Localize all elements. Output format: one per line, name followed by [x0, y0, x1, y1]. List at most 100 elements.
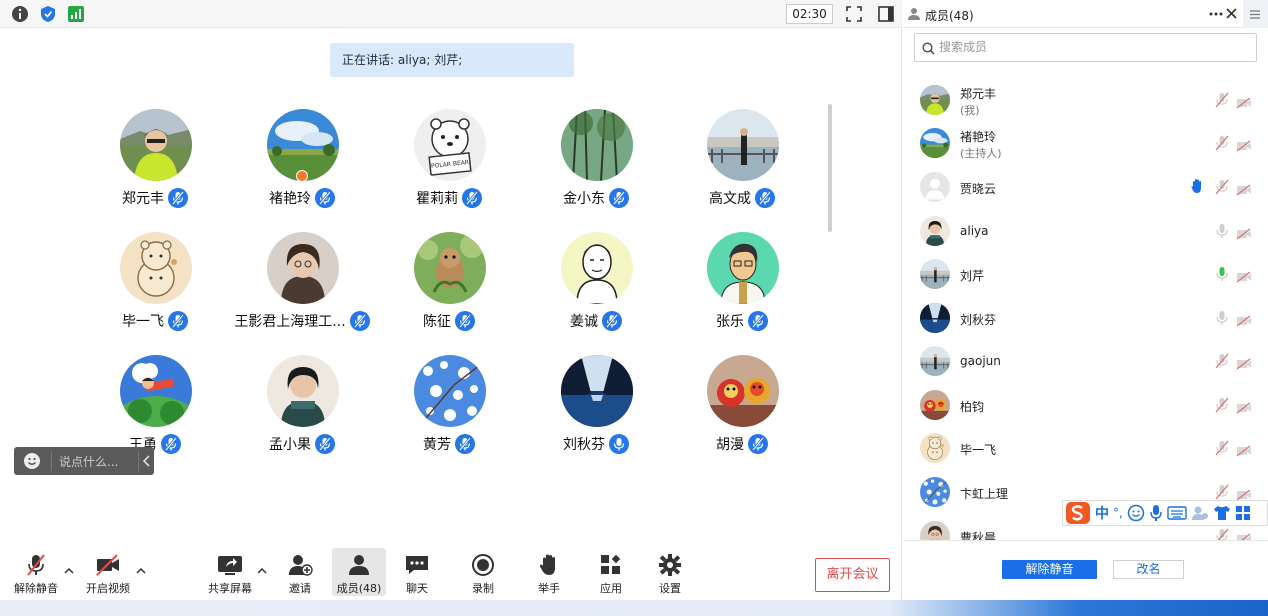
- participant-tile[interactable]: 张乐: [669, 232, 815, 342]
- participant-tile[interactable]: 褚艳玲: [229, 109, 375, 219]
- member-mic-status[interactable]: [1215, 397, 1229, 417]
- settings-button[interactable]: 设置: [647, 548, 693, 596]
- member-search-input[interactable]: 搜索成员: [914, 33, 1257, 62]
- mic-status-icon: [466, 191, 478, 205]
- member-mic-status[interactable]: [1215, 310, 1229, 330]
- participant-tile[interactable]: 黄芳: [376, 355, 522, 465]
- member-camera-status[interactable]: [1236, 268, 1252, 287]
- fullscreen-icon[interactable]: [845, 5, 863, 23]
- member-row[interactable]: 毕一飞: [903, 426, 1268, 469]
- ime-user-icon[interactable]: [1191, 505, 1209, 521]
- sogou-logo-icon[interactable]: [1065, 501, 1091, 525]
- participant-tile[interactable]: 高文成: [669, 109, 815, 219]
- meeting-timer: 02:30: [786, 4, 833, 24]
- participant-avatar: [707, 109, 779, 181]
- member-role: (主持人): [960, 147, 1002, 160]
- member-camera-status[interactable]: [1236, 181, 1252, 200]
- emoji-icon[interactable]: [23, 452, 41, 470]
- participant-tile[interactable]: POLAR BEAR 瞿莉莉: [376, 109, 522, 219]
- participant-tile[interactable]: 刘秋芬: [523, 355, 669, 465]
- chat-button[interactable]: 聊天: [394, 548, 440, 596]
- chat-placeholder[interactable]: 说点什么...: [59, 453, 118, 470]
- participant-name: 姜诚: [570, 314, 598, 330]
- close-icon[interactable]: [1226, 8, 1237, 19]
- record-button[interactable]: 录制: [460, 548, 506, 596]
- raise-hand-button[interactable]: 举手: [526, 548, 572, 596]
- participant-tile[interactable]: 金小东: [523, 109, 669, 219]
- participant-tile[interactable]: 孟小果: [229, 355, 375, 465]
- mic-muted-icon: [1215, 484, 1229, 500]
- collapse-chevron-icon[interactable]: [142, 455, 152, 467]
- member-camera-status[interactable]: [1236, 94, 1252, 113]
- member-mic-status[interactable]: [1215, 353, 1229, 373]
- member-camera-status[interactable]: [1236, 225, 1252, 244]
- ime-tools-grid-icon[interactable]: [1235, 505, 1251, 521]
- security-shield-icon[interactable]: [39, 5, 57, 23]
- member-mic-status[interactable]: [1215, 266, 1229, 286]
- ime-punct-label[interactable]: °,: [1113, 506, 1123, 520]
- ime-lang-label[interactable]: 中: [1095, 503, 1109, 523]
- mic-muted-icon: [1216, 528, 1229, 540]
- start-video-button[interactable]: 开启视频: [80, 548, 136, 596]
- unmute-all-button[interactable]: 解除静音: [1002, 560, 1097, 579]
- menu-icon[interactable]: [1250, 10, 1260, 19]
- raised-hand-icon: [1191, 179, 1201, 193]
- toggle-panel-icon[interactable]: [877, 5, 895, 23]
- member-camera-status[interactable]: [1236, 137, 1252, 156]
- member-row[interactable]: 刘芹: [903, 252, 1268, 295]
- camera-off-icon: [1236, 315, 1251, 327]
- ime-voice-icon[interactable]: [1149, 504, 1163, 522]
- ime-skin-icon[interactable]: [1213, 505, 1231, 521]
- apps-button[interactable]: 应用: [588, 548, 634, 596]
- member-mic-status[interactable]: [1215, 92, 1229, 112]
- unmute-button[interactable]: 解除静音: [8, 548, 64, 596]
- info-icon[interactable]: [11, 5, 29, 23]
- members-button[interactable]: 成员(48): [332, 548, 386, 596]
- member-row[interactable]: 郑元丰 (我): [903, 78, 1268, 121]
- participant-mic-badge: [602, 311, 622, 331]
- member-camera-status[interactable]: [1236, 399, 1252, 418]
- ime-emoji-icon[interactable]: [1127, 504, 1145, 522]
- member-row[interactable]: 褚艳玲 (主持人): [903, 121, 1268, 164]
- participant-avatar: [120, 232, 192, 304]
- active-speaker-banner: 正在讲话: aliya; 刘芹;: [330, 43, 574, 77]
- share-screen-button[interactable]: 共享屏幕: [202, 548, 258, 596]
- member-list: 郑元丰 (我) 褚艳玲 (主持人) 贾晓云 aliya 刘芹 刘秋芬 gaojun 柏钧 毕一飞 卞虹…: [903, 78, 1268, 540]
- network-signal-icon[interactable]: [67, 5, 85, 23]
- invite-button[interactable]: 邀请: [276, 548, 324, 596]
- grid-scrollbar[interactable]: [828, 104, 832, 232]
- participant-tile[interactable]: 王影君上海理工...: [229, 232, 375, 342]
- add-user-icon: [289, 555, 313, 576]
- mic-status-icon: [172, 314, 184, 328]
- member-row[interactable]: gaojun: [903, 339, 1268, 382]
- member-camera-status[interactable]: [1236, 442, 1252, 461]
- participant-tile[interactable]: 郑元丰: [82, 109, 228, 219]
- audio-options-chevron-icon[interactable]: [64, 566, 74, 576]
- member-mic-status[interactable]: [1215, 179, 1229, 199]
- participant-tile[interactable]: 陈征: [376, 232, 522, 342]
- member-camera-status[interactable]: [1236, 312, 1252, 331]
- participant-tile[interactable]: 姜诚: [523, 232, 669, 342]
- video-options-chevron-icon[interactable]: [136, 566, 146, 576]
- member-mic-status[interactable]: [1215, 223, 1229, 243]
- member-row[interactable]: 贾晓云: [903, 165, 1268, 208]
- participant-tile[interactable]: 胡漫: [669, 355, 815, 465]
- leave-meeting-button[interactable]: 离开会议: [815, 558, 890, 592]
- member-avatar: [920, 390, 950, 420]
- share-options-chevron-icon[interactable]: [257, 566, 267, 576]
- member-row[interactable]: 柏钧: [903, 383, 1268, 426]
- member-row[interactable]: aliya: [903, 209, 1268, 252]
- member-mic-status[interactable]: [1215, 135, 1229, 155]
- chat-quick-box[interactable]: 说点什么...: [14, 447, 154, 475]
- rename-button[interactable]: 改名: [1113, 560, 1184, 579]
- ime-keyboard-icon[interactable]: [1167, 505, 1187, 521]
- more-options-icon[interactable]: [1209, 12, 1223, 16]
- member-mic-status[interactable]: [1215, 440, 1229, 460]
- member-mic-status[interactable]: [1215, 528, 1229, 540]
- member-camera-status[interactable]: [1236, 355, 1252, 374]
- member-avatar: [920, 433, 950, 463]
- participant-tile[interactable]: 毕一飞: [82, 232, 228, 342]
- member-row[interactable]: 刘秋芬: [903, 296, 1268, 339]
- participant-mic-badge: [168, 188, 188, 208]
- member-camera-status[interactable]: [1236, 530, 1252, 540]
